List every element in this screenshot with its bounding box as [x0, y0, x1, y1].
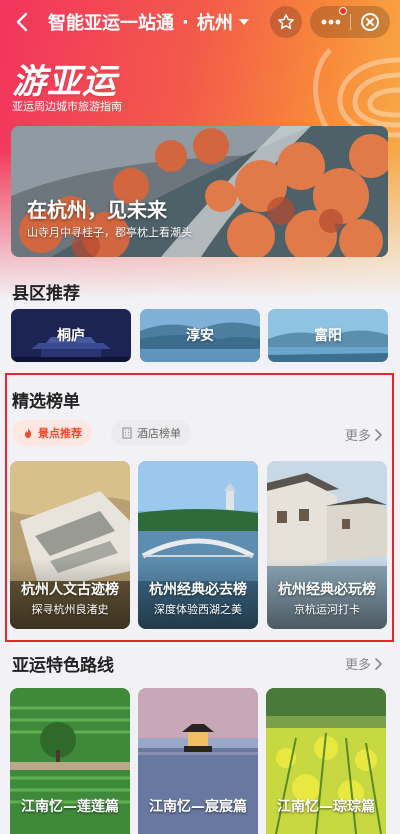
- section-title-districts: 县区推荐: [12, 284, 80, 304]
- route-title: 江南忆—琮琮篇: [277, 799, 375, 815]
- route-card-lianlian[interactable]: 江南忆—莲莲篇: [10, 688, 130, 834]
- tab-hotels[interactable]: 酒店榜单: [111, 420, 191, 446]
- ranking-subtitle: 深度体验西湖之美: [154, 603, 242, 616]
- section-title-rankings: 精选榜单: [12, 392, 80, 412]
- more-dots-icon[interactable]: [321, 19, 341, 25]
- back-button[interactable]: [10, 10, 34, 34]
- close-circle-icon[interactable]: [360, 12, 380, 32]
- brand-title: 游亚运: [12, 62, 117, 102]
- route-title: 江南忆—莲莲篇: [21, 799, 119, 815]
- ranking-card-classic-visit[interactable]: 杭州经典必去榜 深度体验西湖之美: [138, 461, 258, 629]
- district-card-fuyang[interactable]: 富阳: [268, 309, 388, 362]
- chevron-right-icon: [375, 657, 383, 670]
- district-card-tonglu[interactable]: 桐庐: [11, 309, 131, 362]
- tab-attractions[interactable]: 景点推荐: [12, 420, 92, 446]
- ranking-card-culture[interactable]: 杭州人文古迹榜 探寻杭州良渚史: [10, 461, 130, 629]
- ranking-subtitle: 京杭运河打卡: [294, 603, 360, 616]
- asian-games-swirl-logo: [313, 48, 400, 140]
- fire-icon: [25, 428, 31, 438]
- title-separator: ·: [182, 11, 189, 33]
- capsule-divider: [349, 14, 351, 30]
- nav-title[interactable]: 智能亚运一站通 · 杭州: [48, 9, 249, 35]
- routes-more-link[interactable]: 更多: [345, 654, 383, 673]
- ranking-card-classic-play[interactable]: 杭州经典必玩榜 京杭运河打卡: [267, 461, 387, 629]
- district-label: 富阳: [314, 328, 342, 344]
- app-title: 智能亚运一站通: [48, 13, 174, 34]
- ranking-title: 杭州人文古迹榜: [21, 582, 119, 598]
- star-icon: [278, 14, 294, 30]
- tab-label: 景点推荐: [38, 427, 82, 440]
- ranking-subtitle: 探寻杭州良渚史: [31, 603, 109, 616]
- ranking-title: 杭州经典必玩榜: [278, 582, 376, 598]
- chevron-right-icon: [375, 428, 383, 441]
- district-label: 桐庐: [57, 328, 85, 344]
- ranking-title: 杭州经典必去榜: [149, 582, 247, 598]
- district-card-chunan[interactable]: 淳安: [140, 309, 260, 362]
- rankings-more-link[interactable]: 更多: [345, 425, 383, 444]
- banner-subtitle: 山寺月中寻桂子，郡亭枕上看潮头: [27, 226, 192, 239]
- chevron-down-icon: [238, 19, 249, 25]
- hero-banner[interactable]: 在杭州，见未来 山寺月中寻桂子，郡亭枕上看潮头: [11, 126, 388, 257]
- section-title-routes: 亚运特色路线: [12, 656, 114, 676]
- tab-label: 酒店榜单: [137, 427, 181, 440]
- back-arrow-icon: [16, 12, 28, 32]
- route-title: 江南忆—宸宸篇: [149, 799, 247, 815]
- city-selector[interactable]: 杭州: [197, 9, 233, 35]
- district-label: 淳安: [186, 328, 214, 344]
- favorite-button[interactable]: [270, 6, 302, 38]
- banner-title: 在杭州，见未来: [27, 198, 167, 222]
- mini-program-capsule: [310, 6, 390, 38]
- brand-subtitle: 亚运周边城市旅游指南: [12, 100, 122, 113]
- route-card-chenchen[interactable]: 江南忆—宸宸篇: [138, 688, 258, 834]
- more-label: 更多: [345, 429, 372, 444]
- route-card-congcong[interactable]: 江南忆—琮琮篇: [266, 688, 386, 834]
- more-label: 更多: [345, 658, 372, 673]
- notification-dot: [339, 7, 347, 15]
- hotel-icon: [122, 427, 132, 439]
